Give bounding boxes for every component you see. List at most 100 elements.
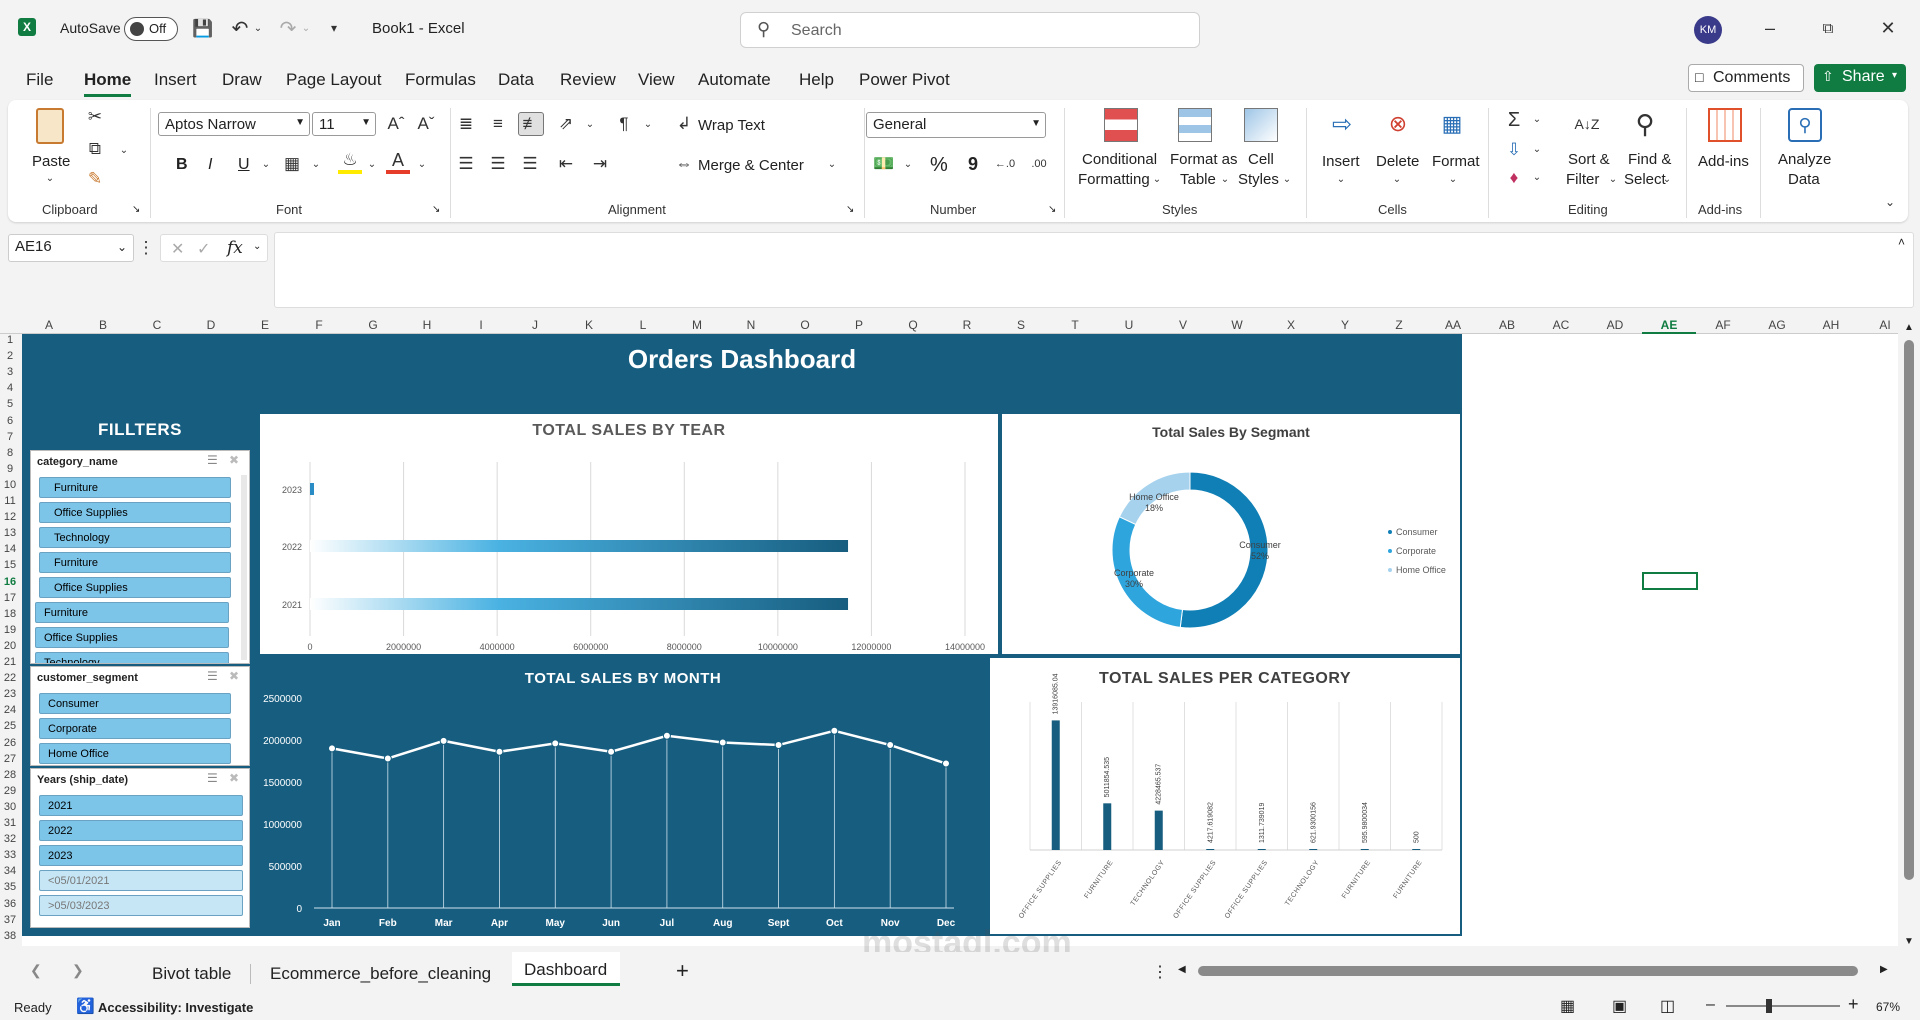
column-header[interactable]: AA	[1426, 318, 1480, 332]
row-header[interactable]: 16	[0, 576, 20, 588]
next-sheet-icon[interactable]: ❯	[72, 962, 84, 979]
collapse-ribbon-icon[interactable]: ⌄	[1882, 194, 1898, 210]
user-avatar[interactable]: KM	[1694, 16, 1722, 44]
delete-cells-icon[interactable]: ⊗	[1380, 108, 1416, 140]
clear-icon[interactable]: ♦	[1502, 166, 1526, 190]
decrease-font-icon[interactable]: Aˇ	[414, 112, 438, 136]
chart-sales-by-segment[interactable]: Total Sales By Segmant Consumer 52% Corpor…	[1000, 412, 1462, 656]
paste-button[interactable]: Paste	[32, 152, 70, 171]
minimize-icon[interactable]: –	[1758, 16, 1782, 40]
text-direction-dropdown-icon[interactable]: ⌄	[642, 118, 654, 130]
row-header[interactable]: 23	[0, 688, 20, 700]
search-box[interactable]: ⚲ Search	[740, 12, 1200, 48]
undo-dropdown-icon[interactable]: ⌄	[252, 18, 264, 38]
increase-font-icon[interactable]: Aˆ	[384, 112, 408, 136]
column-header[interactable]: X	[1264, 318, 1318, 332]
copy-icon[interactable]: ⧉	[84, 138, 106, 160]
comma-button[interactable]: 9	[968, 154, 978, 175]
column-header[interactable]: J	[508, 318, 562, 332]
row-header[interactable]: 33	[0, 849, 20, 861]
column-header[interactable]: L	[616, 318, 670, 332]
cut-icon[interactable]: ✂	[84, 106, 106, 128]
copy-dropdown-icon[interactable]: ⌄	[118, 144, 130, 156]
slicer-item[interactable]: 2022	[39, 820, 243, 841]
add-ins-button[interactable]: Add-ins	[1698, 152, 1749, 171]
row-header[interactable]: 36	[0, 898, 20, 910]
autosave-toggle[interactable]: Off	[124, 17, 178, 41]
column-header[interactable]: U	[1102, 318, 1156, 332]
row-header[interactable]: 12	[0, 511, 20, 523]
conditional-formatting-icon[interactable]	[1104, 108, 1138, 142]
accessibility-icon[interactable]: ♿	[76, 997, 95, 1015]
row-header[interactable]: 15	[0, 559, 20, 571]
scroll-right-icon[interactable]: ▶	[1880, 964, 1888, 975]
format-cells-button[interactable]: Format	[1432, 152, 1480, 171]
row-header[interactable]: 19	[0, 624, 20, 636]
accounting-dropdown-icon[interactable]: ⌄	[902, 158, 914, 170]
multi-select-icon[interactable]: ☰	[207, 453, 218, 467]
row-header[interactable]: 34	[0, 865, 20, 877]
row-header[interactable]: 14	[0, 543, 20, 555]
column-header[interactable]: AF	[1696, 318, 1750, 332]
number-launcher-icon[interactable]: ↘	[1048, 204, 1056, 215]
save-icon[interactable]: 💾	[192, 18, 214, 40]
row-header[interactable]: 24	[0, 704, 20, 716]
borders-icon[interactable]: ▦	[280, 152, 304, 176]
name-box[interactable]: AE16 ⌄	[8, 234, 134, 262]
row-header[interactable]: 1	[0, 334, 20, 346]
column-header[interactable]: N	[724, 318, 778, 332]
tab-help[interactable]: Help	[799, 70, 834, 90]
bold-button[interactable]: B	[176, 156, 188, 174]
row-header[interactable]: 29	[0, 785, 20, 797]
column-header[interactable]: D	[184, 318, 238, 332]
prev-sheet-icon[interactable]: ❮	[30, 962, 42, 979]
decrease-indent-icon[interactable]: ⇤	[554, 152, 578, 176]
slicer-item[interactable]: Office Supplies	[35, 627, 229, 648]
tab-review[interactable]: Review	[560, 70, 616, 90]
comments-button[interactable]: □ Comments	[1688, 64, 1804, 92]
row-header[interactable]: 6	[0, 415, 20, 427]
row-header[interactable]: 5	[0, 398, 20, 410]
row-header[interactable]: 8	[0, 447, 20, 459]
sheet-tab[interactable]: Ecommerce_before_cleaning	[270, 964, 491, 984]
analyze-data-button[interactable]: Analyze	[1778, 150, 1831, 169]
column-header[interactable]: S	[994, 318, 1048, 332]
column-header[interactable]: I	[454, 318, 508, 332]
increase-decimal-icon[interactable]: ←.0	[992, 152, 1018, 176]
tab-page-layout[interactable]: Page Layout	[286, 70, 381, 90]
fill-color-icon[interactable]: ♨	[338, 150, 362, 174]
wrap-text-icon[interactable]: ↲	[674, 112, 694, 136]
format-painter-icon[interactable]: ✎	[84, 168, 106, 190]
chart-sales-by-year[interactable]: TOTAL SALES BY TEAR 0 2000000 4000000 60000…	[258, 412, 1000, 656]
row-header[interactable]: 20	[0, 640, 20, 652]
column-header[interactable]: AD	[1588, 318, 1642, 332]
row-header[interactable]: 35	[0, 881, 20, 893]
column-header[interactable]: O	[778, 318, 832, 332]
slicer-item[interactable]: Home Office	[39, 743, 231, 764]
zoom-slider[interactable]	[1726, 999, 1840, 1013]
slicer-scrollbar[interactable]	[241, 475, 247, 660]
tab-power-pivot[interactable]: Power Pivot	[859, 70, 950, 90]
align-center-icon[interactable]: ☰	[486, 152, 510, 176]
column-header[interactable]: AH	[1804, 318, 1858, 332]
column-header[interactable]: G	[346, 318, 400, 332]
scroll-down-icon[interactable]: ▼	[1904, 936, 1914, 947]
row-header[interactable]: 10	[0, 479, 20, 491]
formula-input[interactable]: ˄	[274, 232, 1914, 308]
column-header[interactable]: K	[562, 318, 616, 332]
row-header[interactable]: 25	[0, 720, 20, 732]
slicer-item[interactable]: Corporate	[39, 718, 231, 739]
row-header[interactable]: 30	[0, 801, 20, 813]
slicer[interactable]: Years (ship_date) ☰ ✖ 2021 2022 2023 <05/01/20…	[30, 768, 250, 928]
column-header[interactable]: Z	[1372, 318, 1426, 332]
number-format-select[interactable]: General ▼	[866, 112, 1046, 138]
row-header[interactable]: 38	[0, 930, 20, 942]
underline-button[interactable]: U	[238, 156, 250, 174]
cell-styles-button[interactable]: Cell	[1248, 150, 1274, 169]
row-header[interactable]: 11	[0, 495, 20, 507]
column-header[interactable]: C	[130, 318, 184, 332]
accounting-icon[interactable]: 💵	[872, 152, 896, 176]
column-header[interactable]: F	[292, 318, 346, 332]
row-header[interactable]: 4	[0, 382, 20, 394]
wrap-text-button[interactable]: Wrap Text	[698, 116, 765, 135]
